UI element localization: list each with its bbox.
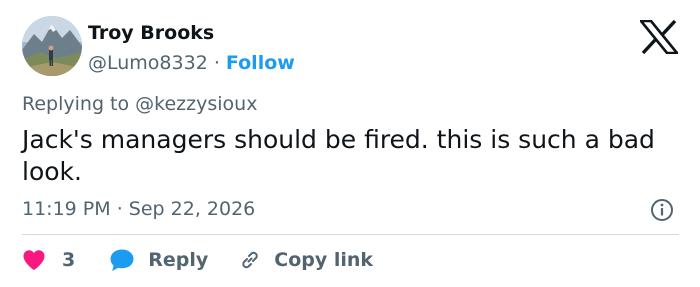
avatar[interactable] — [22, 16, 82, 76]
reply-mention[interactable]: @kezzysioux — [135, 93, 257, 115]
tweet-date: Sep 22, 2026 — [128, 198, 256, 220]
timestamp[interactable]: 11:19 PM · Sep 22, 2026 — [22, 197, 255, 221]
timestamp-separator: · — [116, 198, 123, 220]
speech-bubble-icon — [110, 249, 134, 271]
x-logo-icon[interactable] — [638, 19, 680, 55]
handle-line: @Lumo8332 · Follow — [88, 51, 295, 75]
user-handle[interactable]: @Lumo8332 — [88, 52, 208, 74]
copy-link-label: Copy link — [274, 249, 374, 271]
reply-button[interactable]: Reply — [109, 248, 208, 272]
follow-button[interactable]: Follow — [226, 52, 295, 74]
user-info: Troy Brooks @Lumo8332 · Follow — [88, 21, 295, 75]
tweet-time: 11:19 PM — [22, 198, 111, 220]
reply-context-prefix: Replying to — [22, 93, 130, 115]
handle-separator: · — [213, 52, 220, 74]
info-icon[interactable] — [650, 198, 674, 222]
reply-context: Replying to @kezzysioux — [22, 92, 257, 116]
display-name[interactable]: Troy Brooks — [88, 21, 295, 45]
divider — [22, 234, 679, 235]
link-icon — [242, 251, 258, 269]
avatar-image — [22, 16, 82, 76]
reply-label: Reply — [148, 249, 209, 271]
tweet-text: Jack's managers should be fired. this is… — [22, 125, 655, 186]
copy-link-button[interactable]: Copy link — [238, 248, 373, 272]
like-count: 3 — [62, 249, 76, 271]
like-button[interactable]: 3 — [22, 249, 75, 271]
tweet-card: Troy Brooks @Lumo8332 · Follow Replying … — [0, 0, 700, 287]
heart-icon — [23, 250, 45, 270]
action-bar: 3 Reply Copy link — [22, 246, 373, 274]
